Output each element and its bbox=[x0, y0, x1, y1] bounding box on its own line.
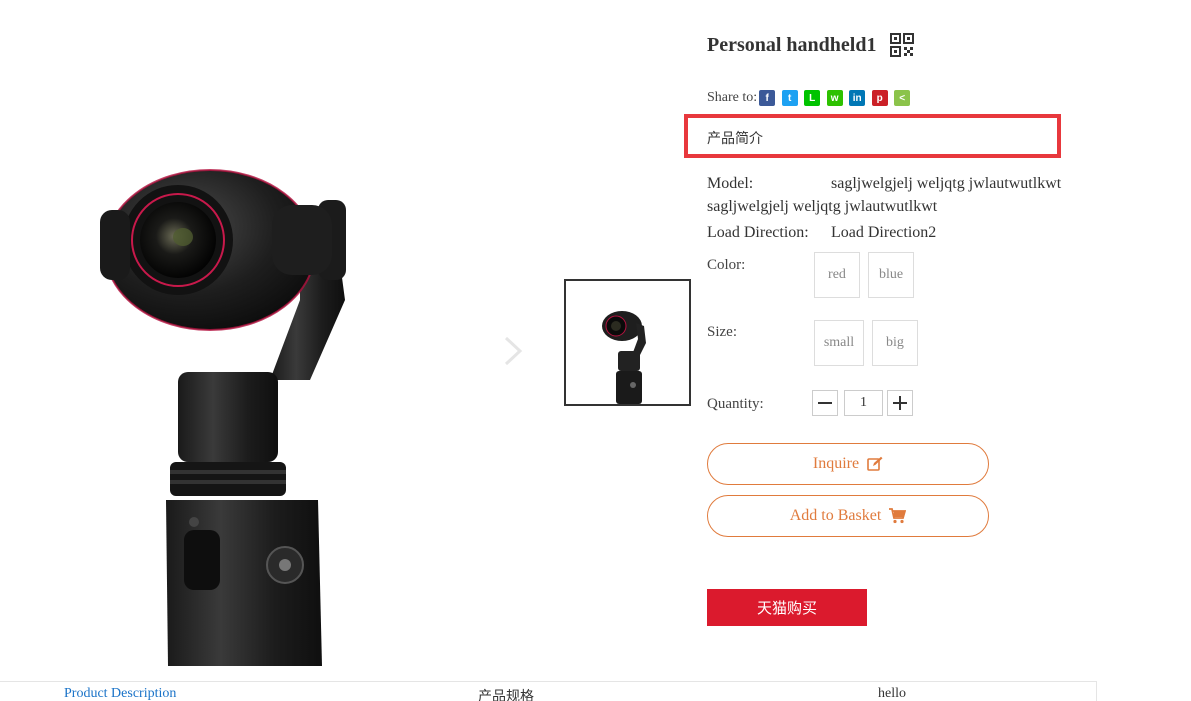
next-image-arrow-icon[interactable] bbox=[498, 336, 528, 366]
model-label: Model: bbox=[707, 175, 754, 192]
qr-code-icon[interactable] bbox=[890, 33, 915, 57]
quantity-decrease-button[interactable] bbox=[812, 390, 838, 416]
model-row: Model: sagljwelgjelj weljqtg jwlautwutlkw… bbox=[707, 172, 1067, 218]
product-title: Personal handheld1 bbox=[707, 33, 877, 56]
main-product-image bbox=[0, 0, 560, 666]
product-intro-label: 产品简介 bbox=[707, 132, 763, 147]
twitter-icon[interactable]: t bbox=[781, 90, 798, 106]
linkedin-icon[interactable]: in bbox=[849, 90, 866, 106]
share-row: Share to: f t Lw in p < bbox=[707, 90, 917, 106]
line-icon[interactable]: L bbox=[804, 90, 821, 106]
color-option-blue[interactable]: blue bbox=[868, 252, 914, 298]
quantity-increase-button[interactable] bbox=[887, 390, 913, 416]
quantity-input[interactable] bbox=[844, 390, 883, 416]
size-option-small[interactable]: small bbox=[814, 320, 864, 366]
wechat-icon[interactable]: w bbox=[826, 90, 843, 106]
tmall-buy-button[interactable]: 天猫购买 bbox=[707, 589, 867, 626]
size-label: Size: bbox=[707, 324, 737, 340]
load-direction-row: Load Direction: Load Direction2 bbox=[707, 224, 936, 242]
share-label: Share to: bbox=[707, 90, 758, 105]
quantity-label: Quantity: bbox=[707, 396, 764, 412]
edit-icon bbox=[867, 456, 883, 471]
add-to-basket-button[interactable]: Add to Basket bbox=[707, 495, 989, 537]
inquire-button[interactable]: Inquire bbox=[707, 443, 989, 485]
share-icon[interactable]: < bbox=[894, 90, 911, 106]
minus-icon bbox=[818, 402, 832, 404]
color-label: Color: bbox=[707, 257, 746, 273]
load-direction-label: Load Direction: bbox=[707, 224, 809, 241]
thumbnail-image[interactable] bbox=[564, 279, 691, 406]
cart-icon bbox=[889, 508, 907, 524]
color-option-red[interactable]: red bbox=[814, 252, 860, 298]
tab-hello[interactable]: hello bbox=[878, 686, 906, 701]
product-page: Personal handheld1 Share to: f t Lw in p < 产品… bbox=[0, 0, 1191, 701]
tab-specifications[interactable]: 产品规格 bbox=[478, 686, 534, 701]
gimbal-camera-image bbox=[100, 169, 346, 666]
pinterest-icon[interactable]: p bbox=[871, 90, 888, 106]
inquire-label: Inquire bbox=[812, 455, 860, 472]
load-direction-value: Load Direction2 bbox=[831, 224, 937, 241]
share-icons: f t Lw in p < bbox=[759, 90, 917, 106]
add-to-basket-label: Add to Basket bbox=[789, 507, 882, 524]
tab-product-description[interactable]: Product Description bbox=[64, 686, 176, 701]
size-option-big[interactable]: big bbox=[872, 320, 918, 366]
plus-icon bbox=[893, 396, 907, 410]
title-row: Personal handheld1 bbox=[707, 33, 915, 57]
facebook-icon[interactable]: f bbox=[759, 90, 776, 106]
product-tabs: Product Description 产品规格 hello bbox=[0, 681, 1097, 701]
